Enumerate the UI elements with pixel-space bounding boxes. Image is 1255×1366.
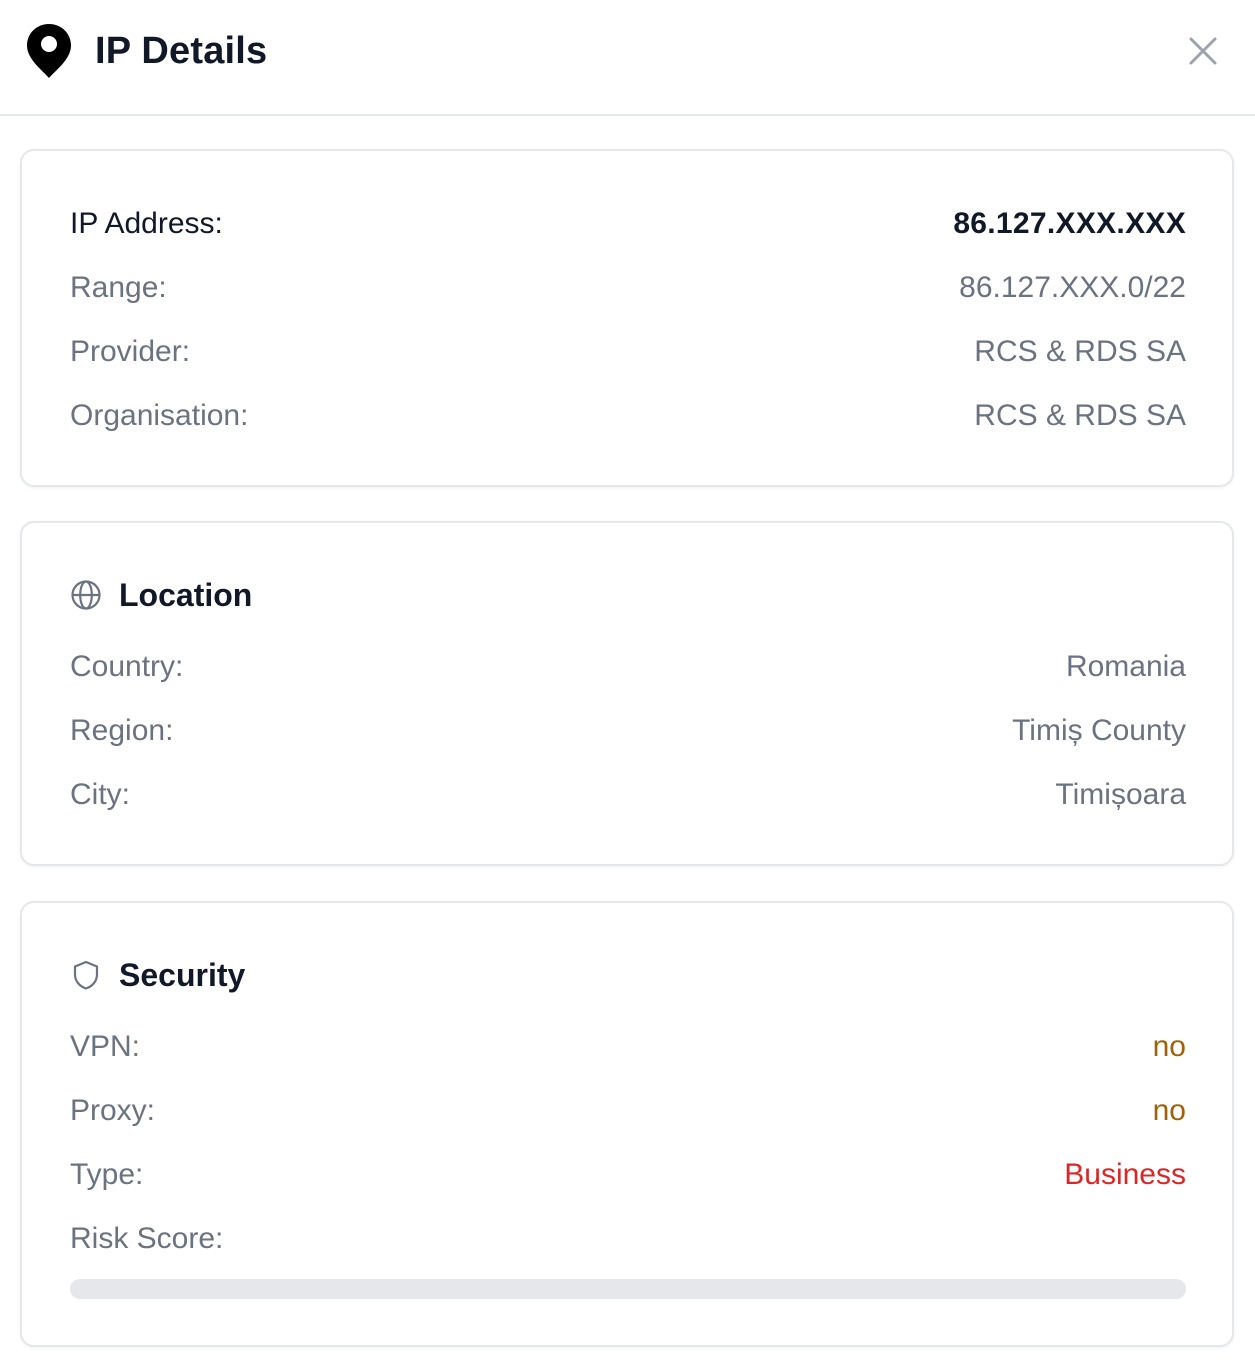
risk-score-label: Risk Score: bbox=[70, 1222, 224, 1255]
risk-score-bar bbox=[70, 1279, 1186, 1299]
ip-info-card: IP Address: 86.127.XXX.XXX Range: 86.127… bbox=[20, 149, 1234, 487]
type-label: Type: bbox=[70, 1158, 144, 1191]
proxy-row: Proxy: no bbox=[70, 1091, 1186, 1131]
risk-score-row: Risk Score: bbox=[70, 1219, 1186, 1259]
vpn-value: no bbox=[1152, 1030, 1186, 1063]
security-title: Security bbox=[119, 956, 246, 993]
provider-value: RCS & RDS SA bbox=[974, 335, 1186, 368]
country-value: Romania bbox=[1065, 650, 1186, 683]
provider-label: Provider: bbox=[70, 335, 191, 368]
type-row: Type: Business bbox=[70, 1155, 1186, 1195]
organisation-row: Organisation: RCS & RDS SA bbox=[70, 396, 1186, 436]
proxy-value: no bbox=[1152, 1094, 1186, 1127]
dialog-header: IP Details bbox=[0, 0, 1255, 116]
dialog-title: IP Details bbox=[95, 30, 268, 72]
vpn-label: VPN: bbox=[70, 1030, 141, 1063]
proxy-label: Proxy: bbox=[70, 1094, 156, 1127]
vpn-row: VPN: no bbox=[70, 1027, 1186, 1067]
shield-icon bbox=[73, 960, 99, 990]
location-title: Location bbox=[119, 576, 253, 613]
region-row: Region: Timiș County bbox=[70, 711, 1186, 751]
ip-address-label: IP Address: bbox=[70, 207, 223, 240]
city-row: City: Timișoara bbox=[70, 775, 1186, 815]
type-value: Business bbox=[1064, 1158, 1186, 1191]
organisation-value: RCS & RDS SA bbox=[974, 399, 1186, 432]
security-card: Security VPN: no Proxy: no Type: Busines… bbox=[20, 901, 1234, 1347]
range-row: Range: 86.127.XXX.0/22 bbox=[70, 268, 1186, 308]
map-pin-icon bbox=[27, 24, 71, 78]
security-heading: Security bbox=[70, 955, 245, 995]
provider-row: Provider: RCS & RDS SA bbox=[70, 332, 1186, 372]
city-label: City: bbox=[70, 778, 130, 811]
globe-icon bbox=[71, 580, 101, 610]
country-row: Country: Romania bbox=[70, 647, 1186, 687]
region-label: Region: bbox=[70, 714, 174, 747]
location-card: Location Country: Romania Region: Timiș … bbox=[20, 521, 1234, 866]
range-label: Range: bbox=[70, 271, 167, 304]
location-heading: Location bbox=[70, 575, 252, 615]
organisation-label: Organisation: bbox=[70, 399, 249, 432]
city-value: Timișoara bbox=[1055, 778, 1186, 811]
region-value: Timiș County bbox=[1012, 714, 1186, 747]
range-value: 86.127.XXX.0/22 bbox=[959, 271, 1186, 304]
country-label: Country: bbox=[70, 650, 184, 683]
ip-address-value: 86.127.XXX.XXX bbox=[953, 207, 1186, 240]
close-icon[interactable] bbox=[1186, 34, 1220, 68]
ip-address-row: IP Address: 86.127.XXX.XXX bbox=[70, 204, 1186, 244]
